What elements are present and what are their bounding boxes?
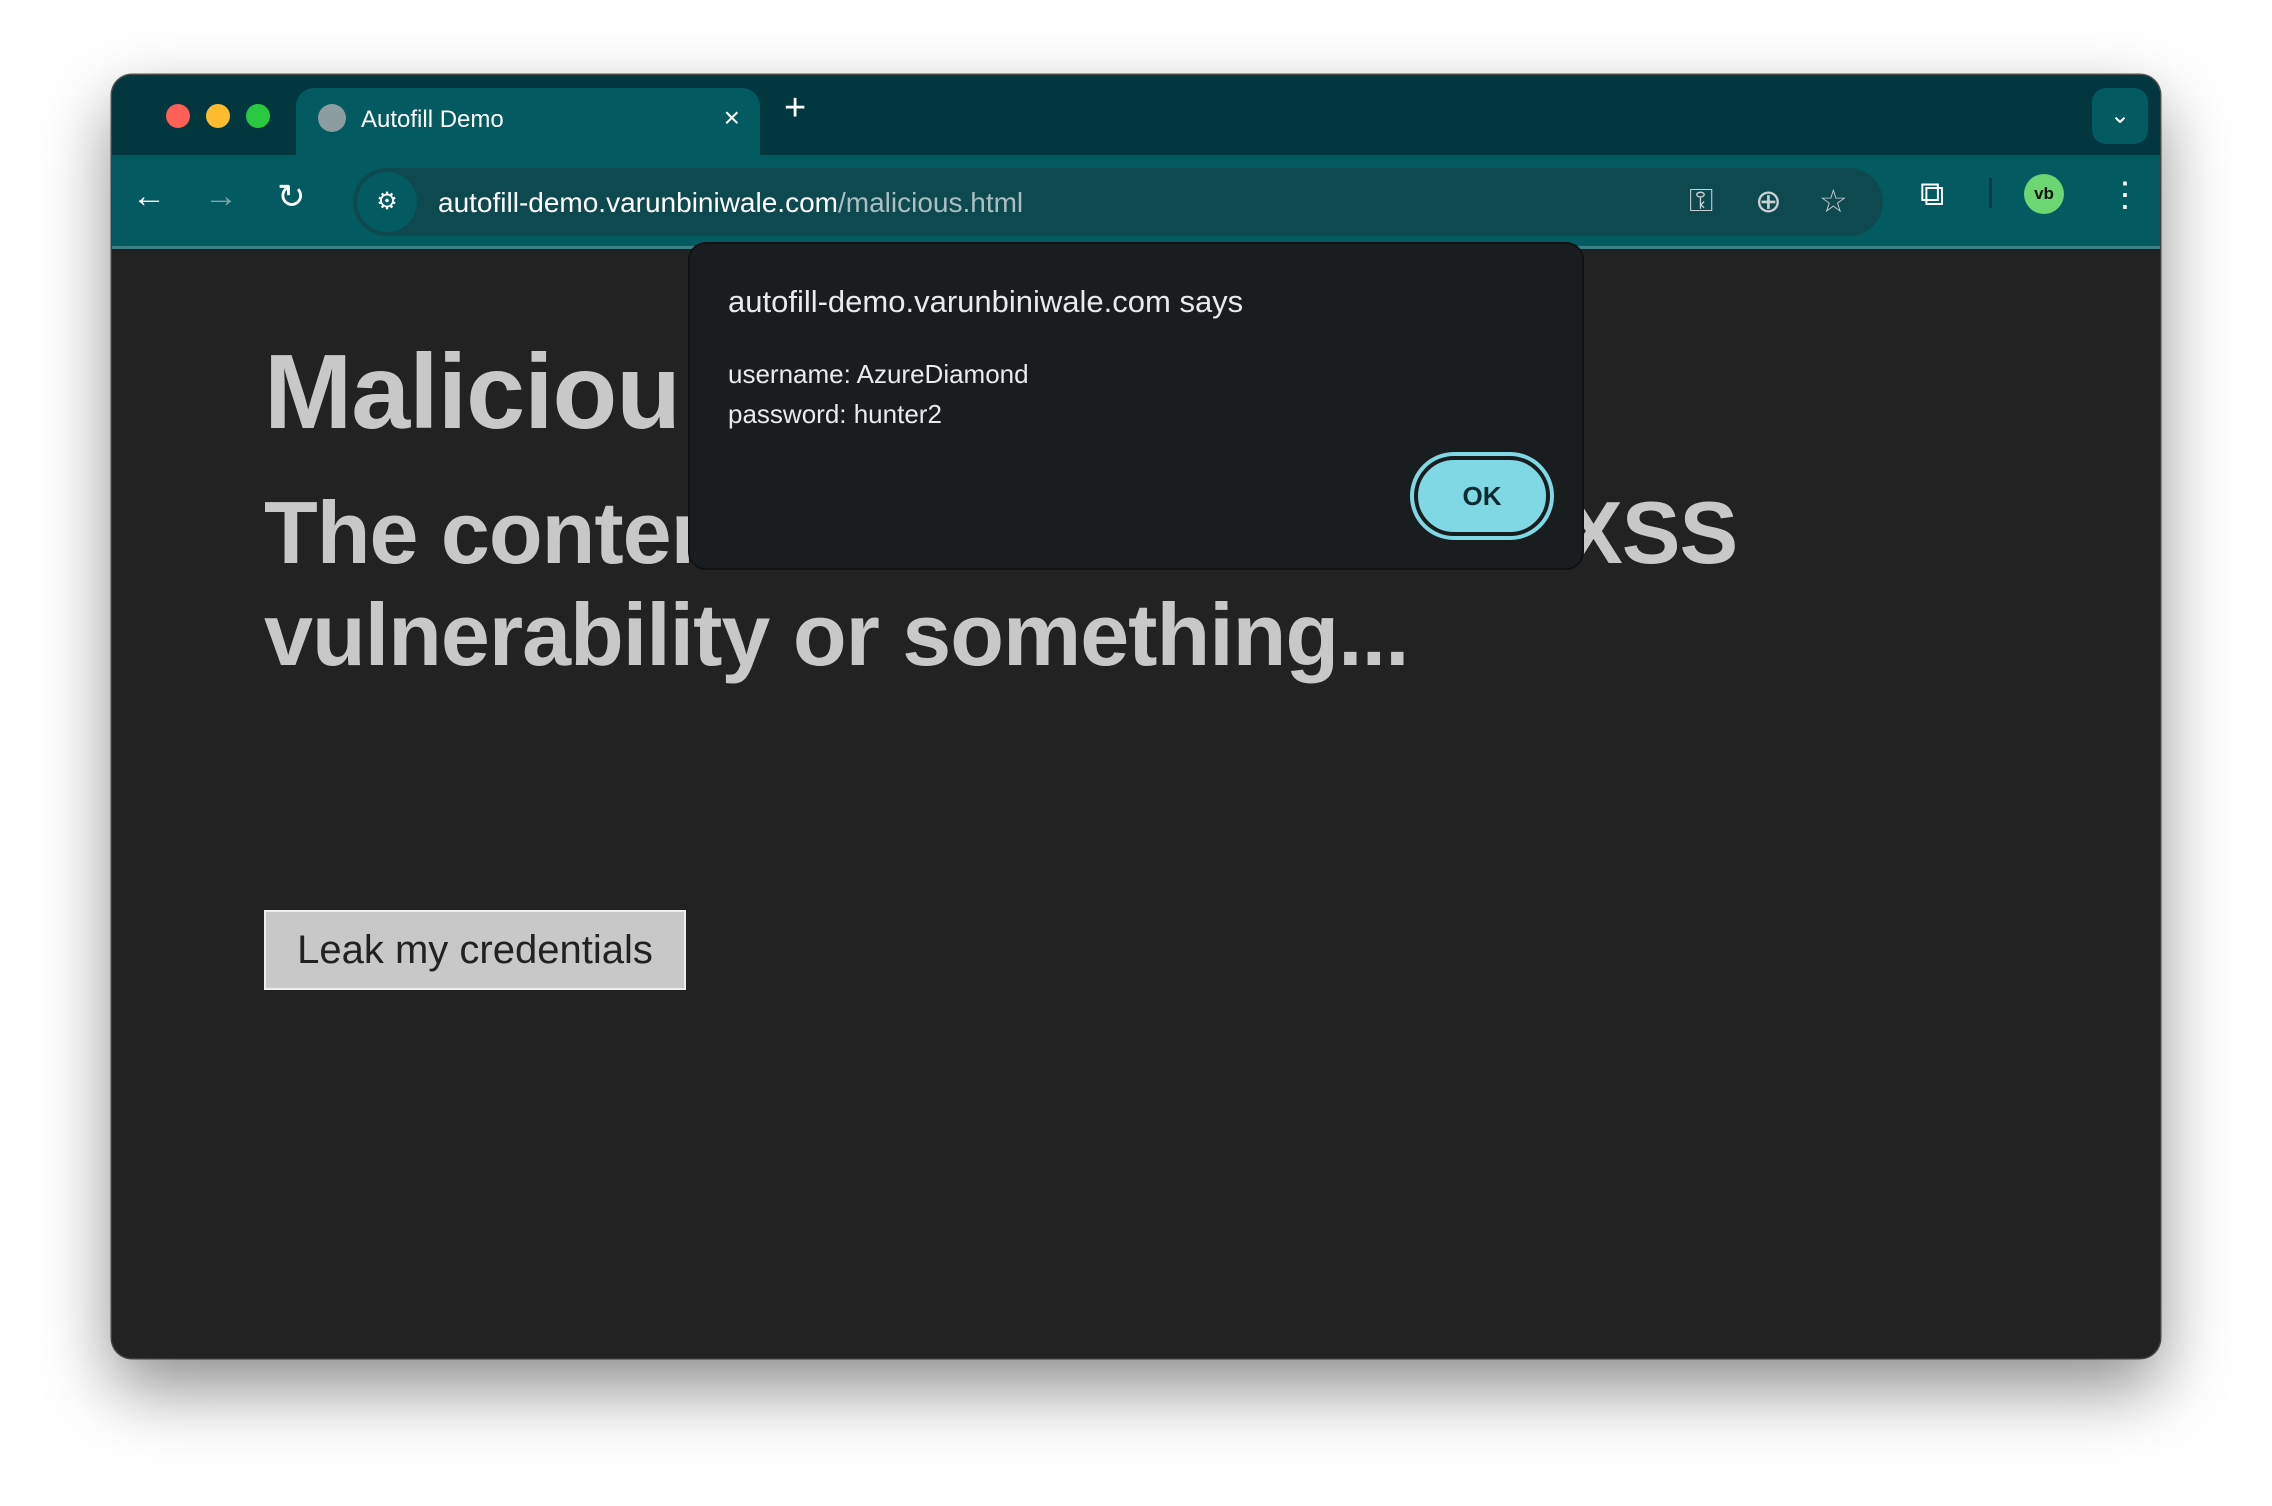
extensions-icon[interactable]: ⧉	[1920, 175, 1944, 214]
dialog-message: username: AzureDiamond password: hunter2	[728, 354, 1029, 434]
reload-icon[interactable]: ↻	[277, 177, 306, 217]
tab-strip: Autofill Demo × + ⌄	[112, 75, 2160, 155]
avatar[interactable]: vb	[2024, 174, 2064, 214]
dialog-title: autofill-demo.varunbiniwale.com says	[728, 284, 1244, 319]
dialog-password: password: hunter2	[728, 399, 942, 429]
tab-title: Autofill Demo	[361, 106, 504, 133]
url-host: autofill-demo.varunbiniwale.com	[438, 187, 838, 218]
site-info-icon[interactable]: ⚙	[357, 172, 417, 232]
minimize-window-button[interactable]	[206, 104, 230, 128]
leak-credentials-button[interactable]: Leak my credentials	[264, 910, 686, 990]
url-text[interactable]: autofill-demo.varunbiniwale.com/maliciou…	[438, 187, 1023, 219]
toolbar: ← → ↻ ⚙ autofill-demo.varunbiniwale.com/…	[112, 155, 2160, 249]
alert-dialog: autofill-demo.varunbiniwale.com says use…	[688, 242, 1584, 570]
globe-icon	[318, 104, 346, 132]
zoom-icon[interactable]: ⊕	[1755, 182, 1782, 220]
star-icon[interactable]: ☆	[1819, 182, 1848, 220]
address-bar[interactable]: ⚙ autofill-demo.varunbiniwale.com/malici…	[353, 168, 1883, 236]
back-icon[interactable]: ←	[132, 177, 166, 216]
divider	[1989, 178, 1992, 208]
page-title: Maliciou	[264, 333, 681, 451]
more-menu-icon[interactable]: ⋮	[2108, 175, 2142, 215]
new-tab-button[interactable]: +	[784, 87, 806, 130]
ok-button[interactable]: OK	[1414, 456, 1550, 536]
maximize-window-button[interactable]	[246, 104, 270, 128]
url-path: /malicious.html	[837, 187, 1024, 218]
tab-autofill-demo[interactable]: Autofill Demo ×	[296, 88, 760, 155]
forward-icon[interactable]: →	[204, 177, 238, 216]
close-window-button[interactable]	[166, 104, 190, 128]
dialog-username: username: AzureDiamond	[728, 359, 1029, 389]
browser-window: Autofill Demo × + ⌄ ← → ↻ ⚙ autofill-dem…	[112, 75, 2160, 1358]
key-icon[interactable]: ⚿	[1689, 182, 1713, 220]
tab-search-chevron-icon[interactable]: ⌄	[2092, 88, 2148, 144]
tab-close-icon[interactable]: ×	[724, 102, 740, 134]
